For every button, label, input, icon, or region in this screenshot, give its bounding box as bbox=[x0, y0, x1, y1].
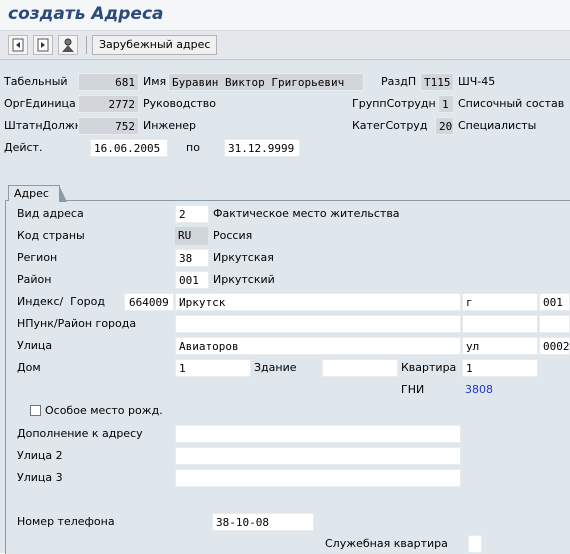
street2-label: Улица 2 bbox=[17, 449, 63, 462]
valid-to-input[interactable]: 31.12.9999 bbox=[224, 139, 300, 157]
forward-button[interactable] bbox=[33, 35, 53, 55]
building-input[interactable] bbox=[322, 359, 398, 377]
postcode-city-label: Индекс/ Город bbox=[17, 295, 105, 308]
region-text: Иркутская bbox=[213, 251, 274, 264]
person-search-button[interactable] bbox=[58, 35, 78, 55]
position-label: ШтатнДолжн bbox=[4, 119, 82, 132]
region-input[interactable]: 38 bbox=[175, 249, 209, 267]
gni-value: 3808 bbox=[465, 383, 493, 396]
emp-group-code: 1 bbox=[438, 95, 454, 113]
pers-area-text: ШЧ-45 bbox=[458, 75, 496, 88]
address-type-label: Вид адреса bbox=[17, 207, 84, 220]
district-input[interactable]: 001 bbox=[175, 271, 209, 289]
country-code: RU bbox=[175, 227, 208, 245]
street-code-input[interactable]: 0002 bbox=[539, 337, 570, 355]
position-value: 752 bbox=[78, 117, 139, 135]
special-birthplace-checkbox[interactable] bbox=[30, 405, 41, 416]
country-label: Код страны bbox=[17, 229, 85, 242]
personnel-number-value: 681 bbox=[78, 73, 139, 91]
back-icon bbox=[12, 38, 24, 52]
emp-subgroup-code: 20 bbox=[435, 117, 454, 135]
back-button[interactable] bbox=[8, 35, 28, 55]
position-text: Инженер bbox=[143, 119, 197, 132]
forward-icon bbox=[37, 38, 49, 52]
name-label: Имя bbox=[143, 75, 167, 88]
person-search-icon bbox=[62, 38, 74, 52]
foreign-address-button[interactable]: Зарубежный адрес bbox=[92, 35, 218, 55]
house-label: Дом bbox=[17, 361, 41, 374]
org-unit-label: ОргЕдиница bbox=[4, 97, 76, 110]
addition-label: Дополнение к адресу bbox=[17, 427, 143, 440]
special-birthplace-label: Особое место рожд. bbox=[45, 404, 163, 417]
title-bar: создать Адреса bbox=[0, 0, 570, 31]
street-input[interactable]: Авиаторов bbox=[175, 337, 461, 355]
street3-input[interactable] bbox=[175, 469, 461, 487]
building-label: Здание bbox=[254, 361, 297, 374]
org-unit-value: 2772 bbox=[78, 95, 139, 113]
street-label: Улица bbox=[17, 339, 53, 352]
apartment-input[interactable]: 1 bbox=[462, 359, 538, 377]
locality-input[interactable] bbox=[175, 315, 461, 333]
postcode-input[interactable]: 664009 bbox=[124, 293, 174, 311]
locality-label: НПунк/Район города bbox=[17, 317, 137, 330]
city-type-input[interactable]: г bbox=[462, 293, 538, 311]
city-code-input[interactable]: 001 bbox=[539, 293, 570, 311]
district-text: Иркутский bbox=[213, 273, 275, 286]
country-text: Россия bbox=[213, 229, 253, 242]
phone-label: Номер телефона bbox=[17, 515, 115, 528]
valid-from-input[interactable]: 16.06.2005 bbox=[90, 139, 168, 157]
gni-label: ГНИ bbox=[401, 383, 425, 396]
emp-group-label: ГруппСотрудн bbox=[352, 97, 436, 110]
address-type-text: Фактическое место жительства bbox=[213, 207, 400, 220]
pers-area-label: РаздП bbox=[381, 75, 417, 88]
locality-code-input[interactable] bbox=[539, 315, 570, 333]
emp-subgroup-label: КатегСотруд bbox=[352, 119, 428, 132]
address-panel bbox=[5, 200, 570, 554]
valid-to-label: по bbox=[186, 141, 200, 154]
name-value: Буравин Виктор Григорьевич bbox=[168, 73, 364, 91]
address-type-input[interactable]: 2 bbox=[175, 205, 209, 223]
street-type-input[interactable]: ул bbox=[462, 337, 538, 355]
service-apartment-input[interactable] bbox=[468, 535, 482, 553]
apartment-label: Квартира bbox=[401, 361, 457, 374]
org-unit-text: Руководство bbox=[143, 97, 217, 110]
page-title: создать Адреса bbox=[8, 4, 164, 24]
house-input[interactable]: 1 bbox=[175, 359, 251, 377]
locality-type-input[interactable] bbox=[462, 315, 538, 333]
city-input[interactable]: Иркутск bbox=[175, 293, 461, 311]
region-label: Регион bbox=[17, 251, 58, 264]
district-label: Район bbox=[17, 273, 52, 286]
toolbar-separator bbox=[86, 36, 87, 54]
service-apartment-label: Служебная квартира bbox=[325, 537, 448, 550]
personnel-number-label: Табельный bbox=[4, 75, 68, 88]
street2-input[interactable] bbox=[175, 447, 461, 465]
addition-input[interactable] bbox=[175, 425, 461, 443]
valid-label: Дейст. bbox=[4, 141, 43, 154]
phone-input[interactable]: 38-10-08 bbox=[212, 513, 314, 531]
pers-area-code: T115 bbox=[420, 73, 454, 91]
emp-group-text: Списочный состав bbox=[458, 97, 565, 110]
tab-address[interactable]: Адрес bbox=[8, 185, 67, 202]
application-toolbar: Зарубежный адрес bbox=[0, 31, 570, 60]
emp-subgroup-text: Специалисты bbox=[458, 119, 537, 132]
street3-label: Улица 3 bbox=[17, 471, 63, 484]
